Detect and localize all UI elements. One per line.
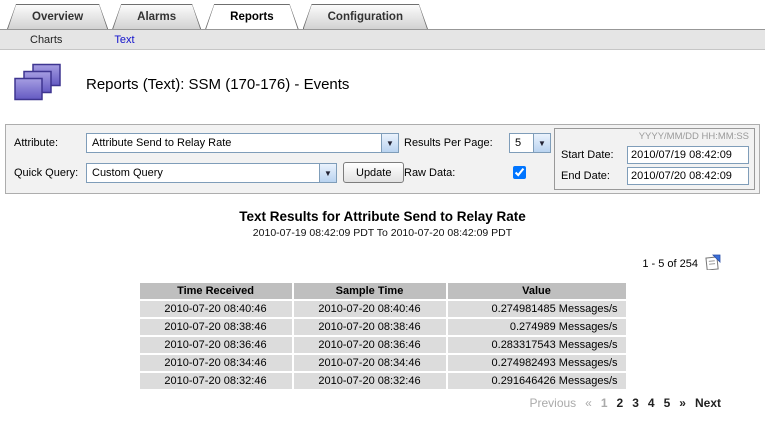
quick-query-select[interactable]: Custom Query ▼ <box>86 163 337 183</box>
cell-sample-time: 2010-07-20 08:32:46 <box>294 373 446 389</box>
column-header-value: Value <box>448 283 626 299</box>
chevron-down-icon: ▼ <box>533 134 550 152</box>
tab-configuration-label: Configuration <box>328 11 403 23</box>
cell-time-received: 2010-07-20 08:32:46 <box>140 373 292 389</box>
cell-value: 0.274989 Messages/s <box>448 319 626 335</box>
tab-reports[interactable]: Reports <box>205 4 298 29</box>
stacked-reports-icon <box>14 63 62 106</box>
tab-alarms-label: Alarms <box>137 11 176 23</box>
subnav-item-charts[interactable]: Charts <box>30 34 62 46</box>
raw-data-checkbox[interactable] <box>513 166 526 179</box>
end-date-label: End Date: <box>561 170 610 182</box>
results-per-page-select[interactable]: 5 ▼ <box>509 133 551 153</box>
tab-configuration[interactable]: Configuration <box>303 4 428 29</box>
cell-sample-time: 2010-07-20 08:40:46 <box>294 301 446 317</box>
results-table: Time Received Sample Time Value 2010-07-… <box>138 281 628 391</box>
table-row: 2010-07-20 08:32:46 2010-07-20 08:32:46 … <box>140 373 626 389</box>
table-row: 2010-07-20 08:40:46 2010-07-20 08:40:46 … <box>140 301 626 317</box>
tab-reports-label: Reports <box>230 11 273 23</box>
start-date-input[interactable] <box>627 146 749 164</box>
results-range: 1 - 5 of 254 <box>642 258 698 270</box>
pagination-previous: Previous <box>529 396 576 410</box>
date-range-panel: YYYY/MM/DD HH:MM:SS Start Date: End Date… <box>554 128 755 190</box>
cell-time-received: 2010-07-20 08:36:46 <box>140 337 292 353</box>
query-form: Attribute: Attribute Send to Relay Rate … <box>5 124 760 194</box>
date-format-hint: YYYY/MM/DD HH:MM:SS <box>561 130 749 143</box>
results-subtitle: 2010-07-19 08:42:09 PDT To 2010-07-20 08… <box>0 227 765 239</box>
cell-time-received: 2010-07-20 08:38:46 <box>140 319 292 335</box>
page-title: Reports (Text): SSM (170-176) - Events <box>86 76 349 93</box>
cell-sample-time: 2010-07-20 08:36:46 <box>294 337 446 353</box>
chevron-down-icon: ▼ <box>319 164 336 182</box>
column-header-sample-time: Sample Time <box>294 283 446 299</box>
table-row: 2010-07-20 08:36:46 2010-07-20 08:36:46 … <box>140 337 626 353</box>
raw-data-label: Raw Data: <box>404 163 455 183</box>
cell-value: 0.283317543 Messages/s <box>448 337 626 353</box>
cell-sample-time: 2010-07-20 08:38:46 <box>294 319 446 335</box>
cell-value: 0.291646426 Messages/s <box>448 373 626 389</box>
page: Overview Alarms Reports Configuration Ch… <box>0 0 765 410</box>
tab-bar: Overview Alarms Reports Configuration <box>0 0 765 29</box>
tab-alarms[interactable]: Alarms <box>112 4 201 29</box>
pagination-page-5[interactable]: 5 <box>664 396 671 410</box>
cell-time-received: 2010-07-20 08:40:46 <box>140 301 292 317</box>
attribute-select[interactable]: Attribute Send to Relay Rate ▼ <box>86 133 399 153</box>
subnav-item-text[interactable]: Text <box>114 34 134 46</box>
column-header-time-received: Time Received <box>140 283 292 299</box>
end-date-input[interactable] <box>627 167 749 185</box>
pagination-page-4[interactable]: 4 <box>648 396 655 410</box>
results-per-page-label: Results Per Page: <box>404 133 493 153</box>
cell-time-received: 2010-07-20 08:34:46 <box>140 355 292 371</box>
pagination: Previous « 1 2 3 4 5 » Next <box>0 396 765 410</box>
pagination-page-2[interactable]: 2 <box>617 396 624 410</box>
table-row: 2010-07-20 08:34:46 2010-07-20 08:34:46 … <box>140 355 626 371</box>
attribute-label: Attribute: <box>14 133 58 153</box>
table-header-row: Time Received Sample Time Value <box>140 283 626 299</box>
cell-sample-time: 2010-07-20 08:34:46 <box>294 355 446 371</box>
chevron-down-icon: ▼ <box>381 134 398 152</box>
page-header: Reports (Text): SSM (170-176) - Events <box>0 50 765 118</box>
results-range-row: 1 - 5 of 254 <box>0 254 765 273</box>
pagination-next[interactable]: Next <box>695 396 721 410</box>
pagination-page-1-current: 1 <box>601 396 608 410</box>
results-per-page-value: 5 <box>510 134 533 152</box>
tab-overview[interactable]: Overview <box>7 4 108 29</box>
cell-value: 0.274981485 Messages/s <box>448 301 626 317</box>
table-row: 2010-07-20 08:38:46 2010-07-20 08:38:46 … <box>140 319 626 335</box>
pagination-next-arrow[interactable]: » <box>679 396 686 410</box>
pagination-page-3[interactable]: 3 <box>632 396 639 410</box>
start-date-label: Start Date: <box>561 149 614 161</box>
quick-query-label: Quick Query: <box>14 163 78 183</box>
update-button[interactable]: Update <box>343 162 404 183</box>
results-title: Text Results for Attribute Send to Relay… <box>0 209 765 224</box>
printable-view-icon[interactable] <box>705 254 721 273</box>
pagination-prev-arrow: « <box>585 396 592 410</box>
tab-overview-label: Overview <box>32 11 83 23</box>
subnav-bar: Charts Text <box>0 29 765 50</box>
cell-value: 0.274982493 Messages/s <box>448 355 626 371</box>
quick-query-value: Custom Query <box>87 164 319 182</box>
attribute-select-value: Attribute Send to Relay Rate <box>87 134 381 152</box>
